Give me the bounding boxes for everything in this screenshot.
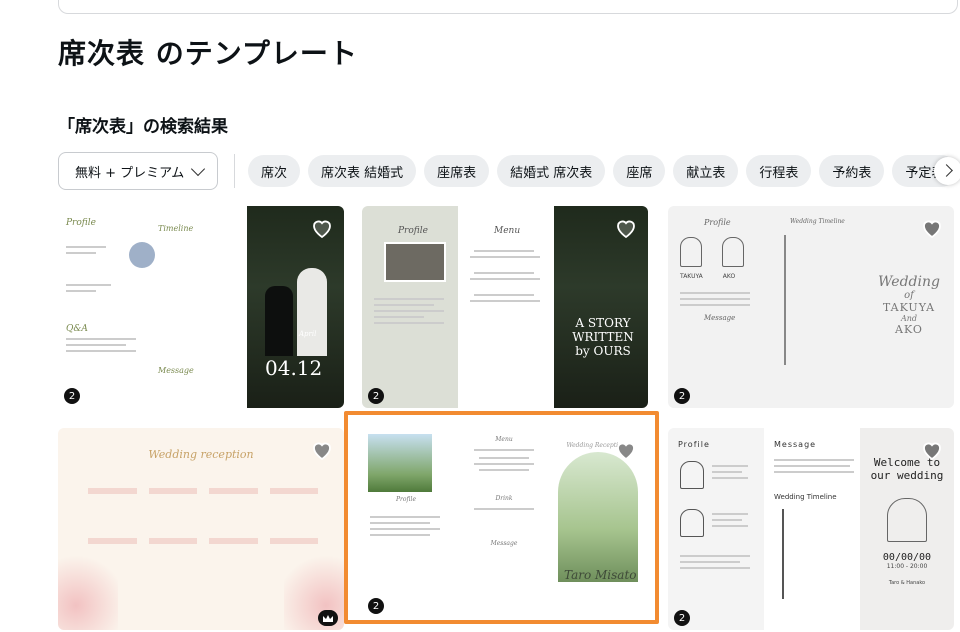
- chip[interactable]: 座席: [613, 155, 666, 187]
- card-preview-text: Profile Q&A: [66, 218, 241, 356]
- heart-icon[interactable]: [310, 216, 334, 240]
- chip[interactable]: 予約表: [819, 155, 885, 187]
- template-card[interactable]: Wedding reception: [58, 428, 344, 630]
- chevron-right-icon[interactable]: [934, 157, 960, 185]
- timeline-label: Timeline: [158, 224, 194, 233]
- filter-row: 無料 + プレミアム 席次 席次表 結婚式 座席表 結婚式 席次表 座席 献立表…: [58, 152, 960, 190]
- heart-icon[interactable]: [920, 216, 944, 240]
- heart-icon[interactable]: [920, 438, 944, 462]
- page-count-badge: 2: [674, 610, 690, 626]
- menu-panel: Menu: [458, 206, 554, 408]
- chevron-down-icon: [190, 161, 206, 177]
- selection-highlight: [344, 411, 659, 624]
- heart-icon[interactable]: [614, 216, 638, 240]
- crown-icon: [318, 610, 338, 626]
- reception-title: Wedding reception: [148, 448, 254, 461]
- template-card[interactable]: Profile TAKUYA AKO Message Wedding Timeli…: [668, 206, 954, 408]
- profile-panel: Profile TAKUYA AKO Message: [668, 206, 764, 408]
- price-filter-label: 無料 + プレミアム: [75, 165, 185, 181]
- message-panel: Message Wedding Timeline: [768, 428, 860, 630]
- page-count-badge: 2: [674, 388, 690, 404]
- page-count-badge: 2: [368, 388, 384, 404]
- template-card[interactable]: Profile Message Wedding Timeline Welcome…: [668, 428, 954, 630]
- message-label: Message: [158, 366, 194, 375]
- date-text: 04.12: [265, 356, 323, 380]
- chip[interactable]: 席次表 結婚式: [308, 155, 417, 187]
- chip[interactable]: 結婚式 席次表: [497, 155, 606, 187]
- chip[interactable]: 献立表: [673, 155, 739, 187]
- seating-grid: [88, 488, 318, 570]
- profile-panel: Profile: [668, 428, 764, 630]
- chip[interactable]: 席次: [248, 155, 301, 187]
- template-card[interactable]: Profile Menu A STORY WRITTEN by OURS 2: [362, 206, 648, 408]
- keyword-chips: 席次 席次表 結婚式 座席表 結婚式 席次表 座席 献立表 行程表 予約表 予定…: [248, 155, 958, 187]
- price-filter-dropdown[interactable]: 無料 + プレミアム: [58, 152, 218, 190]
- page-count-badge: 2: [64, 388, 80, 404]
- heart-icon[interactable]: [310, 438, 334, 462]
- search-bar-edge: [58, 0, 958, 14]
- page-title: 席次表 のテンプレート: [58, 37, 358, 70]
- results-title: 「席次表」の検索結果: [58, 117, 228, 137]
- profile-panel: Profile: [362, 206, 458, 408]
- chip[interactable]: 座席表: [424, 155, 490, 187]
- chip[interactable]: 行程表: [746, 155, 812, 187]
- divider: [234, 154, 235, 188]
- couple-names: Wedding of TAKUYA And AKO: [878, 274, 940, 336]
- timeline-panel: Wedding Timeline: [768, 206, 860, 408]
- story-text: A STORY WRITTEN by OURS: [572, 316, 634, 358]
- template-card[interactable]: Profile Q&A Timeline Message April 04.12…: [58, 206, 344, 408]
